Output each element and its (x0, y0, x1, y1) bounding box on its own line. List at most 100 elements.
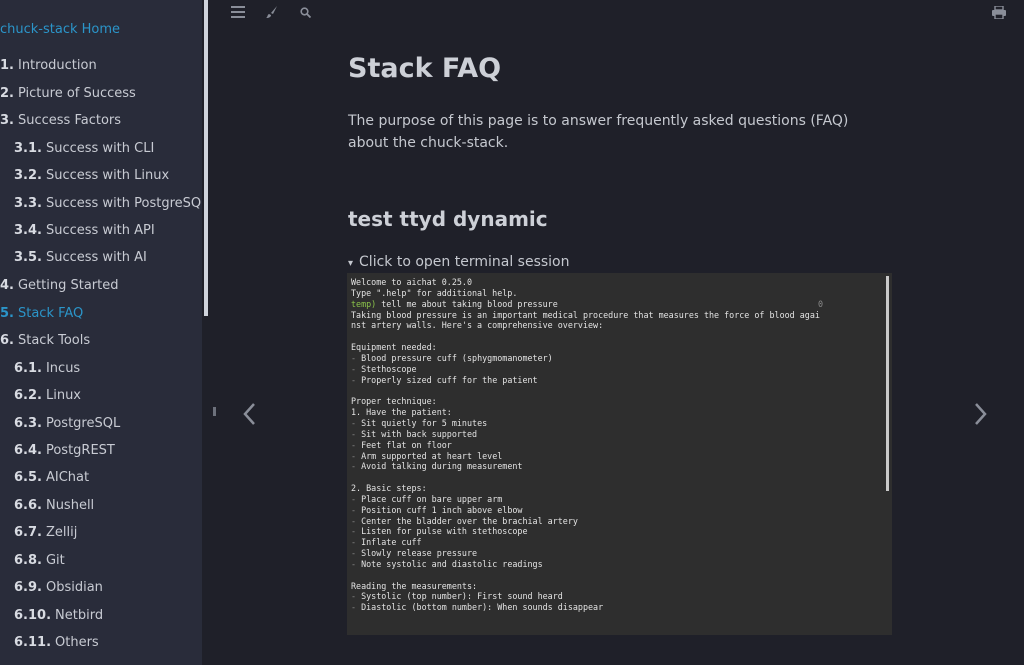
terminal-bullet: - (351, 352, 362, 363)
sidebar-item-zellij[interactable]: 6.7. Zellij (14, 525, 77, 540)
sidebar-item-number: 3.5. (14, 250, 42, 265)
terminal-line: - Note systolic and diastolic readings (351, 559, 820, 570)
sidebar-item-label: Nushell (45, 498, 95, 513)
terminal-details-toggle[interactable]: ▾ Click to open terminal session (348, 254, 570, 270)
terminal-line: nst artery walls. Here's a comprehensive… (351, 320, 604, 331)
sidebar-item-stack-faq[interactable]: 5. Stack FAQ (0, 306, 83, 321)
sidebar-item-obsidian[interactable]: 6.9. Obsidian (14, 580, 103, 595)
terminal-line: - Slowly release pressure (351, 548, 820, 559)
sidebar-item-label: Git (45, 553, 65, 568)
sidebar-item-linux[interactable]: 6.2. Linux (14, 388, 81, 403)
terminal-bullet: - (351, 548, 362, 559)
sidebar-item-postgresql[interactable]: 6.3. PostgreSQL (14, 416, 120, 431)
terminal-line-text: Place cuff on bare upper arm (361, 493, 503, 504)
sidebar-item-number: 6.11. (14, 635, 52, 650)
terminal-bullet: - (351, 417, 362, 428)
terminal-line-text: Inflate cuff (361, 537, 422, 548)
sidebar-home-link[interactable]: chuck-stack Home (0, 22, 120, 37)
sidebar-item-number: 3.2. (14, 168, 42, 183)
terminal-line-text: Feet flat on floor (361, 439, 452, 450)
sidebar-item-success-with-cli[interactable]: 3.1. Success with CLI (14, 141, 154, 156)
terminal-prompt-counter: 0 (818, 298, 824, 309)
terminal-line-text: Diastolic (bottom number): When sounds d… (361, 602, 604, 613)
sidebar-item-label: Success with API (45, 223, 155, 238)
sidebar-item-number: 6.4. (14, 443, 42, 458)
print-icon-glyph (992, 5, 1006, 20)
sidebar-item-label: Success with CLI (45, 141, 155, 156)
terminal-line: - Avoid talking during measurement (351, 461, 820, 472)
terminal-line: Type ".help" for additional help. (351, 287, 518, 298)
sidebar-item-success-with-api[interactable]: 3.4. Success with API (14, 223, 155, 238)
terminal-line-text: Position cuff 1 inch above elbow (361, 504, 523, 515)
brush-icon[interactable] (263, 6, 281, 24)
sidebar-item-getting-started[interactable]: 4. Getting Started (0, 278, 119, 293)
sidebar-item-number: 6.5. (14, 470, 42, 485)
sidebar-item-number: 6.6. (14, 498, 42, 513)
terminal-line: temp) tell me about taking blood pressur… (351, 298, 824, 310)
chevron-right-icon (975, 403, 987, 425)
sidebar-item-number: 2. (0, 86, 14, 101)
sidebar-item-label: PostgreSQL (45, 416, 121, 431)
sidebar: chuck-stack Home 1. Introduction 2. Picture… (0, 0, 202, 665)
sidebar-item-success-with-ai[interactable]: 3.5. Success with AI (14, 250, 147, 265)
sidebar-item-label: Incus (45, 361, 81, 376)
sidebar-item-aichat[interactable]: 6.5. AIChat (14, 470, 89, 485)
terminal-line: - Stethoscope (351, 364, 820, 375)
search-icon[interactable] (296, 6, 314, 24)
terminal-line-text: Center the bladder over the brachial art… (361, 515, 578, 526)
sidebar-scrollbar[interactable] (204, 0, 208, 316)
sidebar-item-number: 6. (0, 333, 14, 348)
next-chapter-arrow-icon[interactable] (970, 398, 990, 430)
sidebar-item-number: 6.10. (14, 608, 52, 623)
terminal-line: Taking blood pressure is an important me… (351, 309, 820, 320)
terminal-line: - Sit quietly for 5 minutes (351, 418, 820, 429)
terminal-bullet: - (351, 493, 362, 504)
sidebar-item-number: 3.3. (14, 196, 42, 211)
sidebar-item-postgrest[interactable]: 6.4. PostgREST (14, 443, 115, 458)
sidebar-item-label: Picture of Success (17, 86, 136, 101)
terminal-prompt-input: tell me about taking blood pressure (376, 298, 558, 309)
previous-chapter-arrow-icon[interactable] (240, 398, 260, 430)
sidebar-item-label: Obsidian (45, 580, 103, 595)
sidebar-item-success-with-postgresql[interactable]: 3.3. Success with PostgreSQL (14, 196, 202, 211)
sidebar-item-success-with-linux[interactable]: 3.2. Success with Linux (14, 168, 169, 183)
terminal-bullet: - (351, 537, 362, 548)
terminal-line-text: Blood pressure cuff (sphygmomanometer) (361, 352, 553, 363)
sidebar-item-success-factors[interactable]: 3. Success Factors (0, 113, 121, 128)
terminal-line: - Sit with back supported (351, 429, 820, 440)
sidebar-item-picture-of-success[interactable]: 2. Picture of Success (0, 86, 136, 101)
sidebar-item-nushell[interactable]: 6.6. Nushell (14, 498, 94, 513)
terminal-session[interactable]: Welcome to aichat 0.25.0 Type ".help" for… (347, 273, 892, 635)
terminal-bullet: - (351, 591, 362, 602)
terminal-line-text: Sit with back supported (361, 428, 478, 439)
terminal-line: 1. Have the patient: (351, 407, 452, 418)
terminal-line: Proper technique: (351, 396, 437, 407)
print-icon[interactable] (990, 5, 1008, 24)
terminal-bullet: - (351, 450, 362, 461)
terminal-line: - Listen for pulse with stethoscope (351, 526, 820, 537)
sidebar-item-introduction[interactable]: 1. Introduction (0, 58, 97, 73)
terminal-scrollbar[interactable] (886, 276, 889, 491)
sidebar-item-incus[interactable]: 6.1. Incus (14, 361, 80, 376)
sidebar-item-number: 6.2. (14, 388, 42, 403)
sidebar-item-stack-tools[interactable]: 6. Stack Tools (0, 333, 90, 348)
menu-icon[interactable] (229, 6, 247, 24)
page-title: Stack FAQ (348, 53, 502, 84)
sidebar-item-git[interactable]: 6.8. Git (14, 553, 65, 568)
terminal-line-text: Avoid talking during measurement (361, 461, 523, 472)
sidebar-resize-handle[interactable] (213, 407, 216, 416)
sidebar-item-number: 6.7. (14, 525, 42, 540)
search-icon-glyph (299, 7, 311, 19)
sidebar-item-number: 6.8. (14, 553, 42, 568)
sidebar-item-label: Linux (45, 388, 81, 403)
intro-paragraph: The purpose of this page is to answer fr… (348, 113, 849, 151)
terminal-line-text: Listen for pulse with stethoscope (361, 526, 528, 537)
chevron-left-icon (243, 403, 255, 425)
sidebar-item-label: Success with AI (45, 250, 147, 265)
sidebar-item-netbird[interactable]: 6.10. Netbird (14, 608, 103, 623)
sidebar-item-number: 3. (0, 113, 14, 128)
terminal-bullet: - (351, 461, 362, 472)
sidebar-item-others[interactable]: 6.11. Others (14, 635, 99, 650)
